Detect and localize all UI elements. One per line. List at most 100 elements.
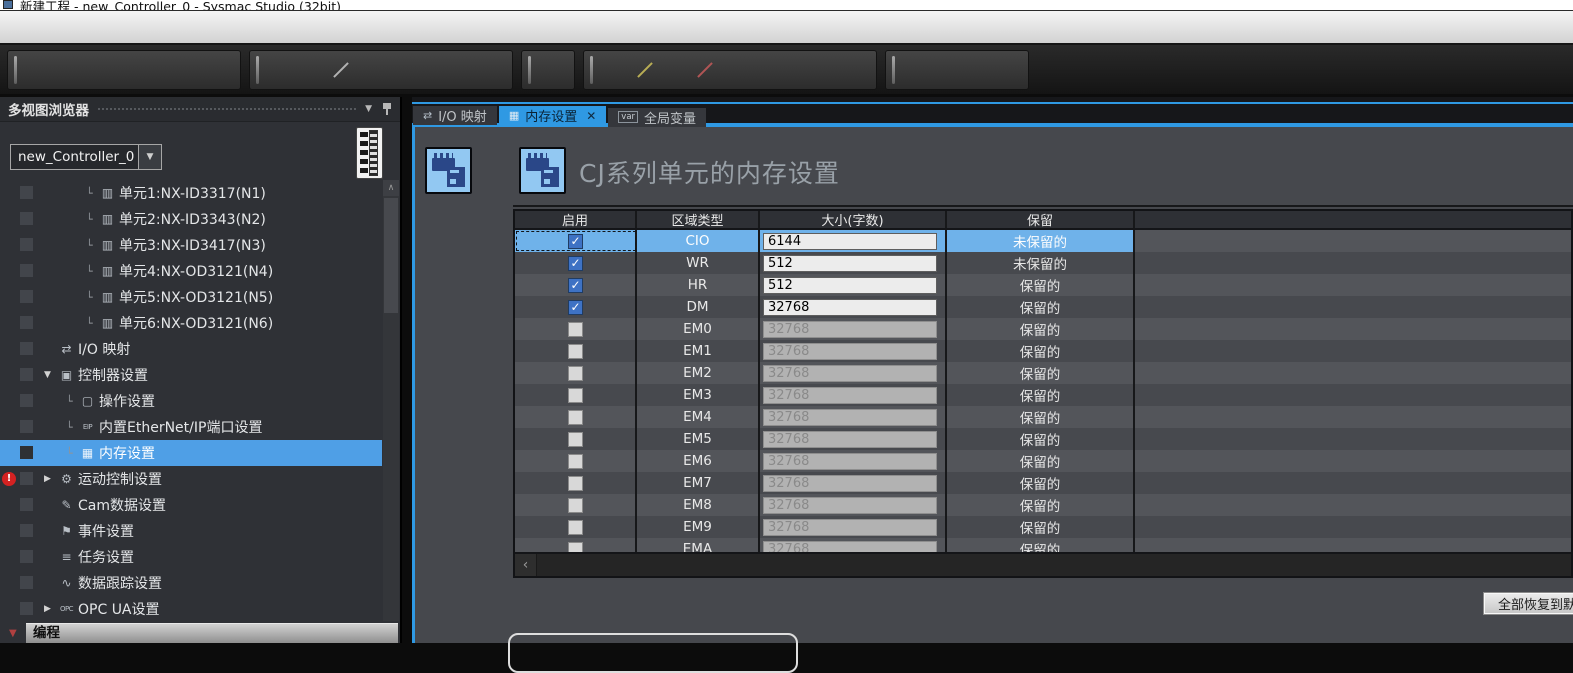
toolbar-icon[interactable]	[386, 53, 416, 87]
tree-item[interactable]: └ EIP 内置EtherNet/IP端口设置	[0, 414, 382, 440]
scrollbar-thumb[interactable]	[384, 198, 398, 313]
scroll-left-icon[interactable]: ‹	[515, 554, 537, 576]
toolbar-icon[interactable]	[84, 53, 114, 87]
table-row[interactable]: EM0 32768 保留的	[515, 318, 1571, 340]
toolbar-icon[interactable]	[204, 53, 234, 87]
size-input[interactable]: 32768	[763, 365, 937, 382]
toolbar-icon[interactable]	[416, 53, 446, 87]
toolbar-icon[interactable]	[810, 53, 840, 87]
pin-icon[interactable]	[382, 102, 392, 116]
tree-item[interactable]: ! ▶ ⚙ 运动控制设置	[0, 466, 382, 492]
table-row[interactable]: EMA 32768 保留的	[515, 538, 1571, 552]
menu-item[interactable]	[84, 11, 110, 43]
table-row[interactable]: HR 512 保留的	[515, 274, 1571, 296]
menu-item[interactable]	[162, 11, 188, 43]
table-row[interactable]: EM8 32768 保留的	[515, 494, 1571, 516]
table-row[interactable]: EM9 32768 保留的	[515, 516, 1571, 538]
editor-tab[interactable]: ⇄ I/O 映射	[413, 106, 497, 125]
toolbar-icon[interactable]	[750, 53, 780, 87]
enable-checkbox[interactable]	[568, 300, 583, 315]
menu-item[interactable]	[32, 11, 58, 43]
close-icon[interactable]: ✕	[586, 109, 596, 123]
tree-item[interactable]: ✎ Cam数据设置	[0, 492, 382, 518]
tree-item[interactable]: ≡ 任务设置	[0, 544, 382, 570]
size-input[interactable]: 32768	[763, 431, 937, 448]
enable-checkbox[interactable]	[568, 432, 583, 447]
size-input[interactable]: 32768	[763, 497, 937, 514]
tree-item[interactable]: ⇄ I/O 映射	[0, 336, 382, 362]
size-input[interactable]: 32768	[763, 519, 937, 536]
toolbar-icon[interactable]	[476, 53, 506, 87]
editor-tab[interactable]: var 全局变量	[608, 108, 706, 127]
menu-item[interactable]	[188, 11, 214, 43]
enable-checkbox[interactable]	[568, 322, 583, 337]
toolbar-icon[interactable]	[446, 53, 476, 87]
toolbar-icon[interactable]	[720, 53, 750, 87]
enable-checkbox[interactable]	[568, 234, 583, 249]
enable-checkbox[interactable]	[568, 366, 583, 381]
toolbar-icon[interactable]	[24, 53, 54, 87]
table-row[interactable]: EM6 32768 保留的	[515, 450, 1571, 472]
table-row[interactable]: EM1 32768 保留的	[515, 340, 1571, 362]
tree-item[interactable]: ▼ ▣ 控制器设置	[0, 362, 382, 388]
menu-item[interactable]	[240, 11, 266, 43]
enable-checkbox[interactable]	[568, 256, 583, 271]
toolbar-icon[interactable]	[902, 53, 932, 87]
tree-item[interactable]: └ ▥ 单元2:NX-ID3343(N2)	[0, 206, 382, 232]
tree-item[interactable]: ⚑ 事件设置	[0, 518, 382, 544]
enable-checkbox[interactable]	[568, 542, 583, 553]
size-input[interactable]: 32768	[763, 475, 937, 492]
size-input[interactable]: 32768	[763, 343, 937, 360]
toolbar-icon[interactable]	[660, 53, 690, 87]
toolbar-icon[interactable]	[780, 53, 810, 87]
size-input[interactable]: 32768	[763, 541, 937, 553]
tree-item[interactable]: └ ▢ 操作设置	[0, 388, 382, 414]
toolbar-icon[interactable]	[266, 53, 296, 87]
menu-item[interactable]	[136, 11, 162, 43]
table-row[interactable]: EM5 32768 保留的	[515, 428, 1571, 450]
tree-item[interactable]: └ ▦ 内存设置	[0, 440, 382, 466]
table-row[interactable]: EM4 32768 保留的	[515, 406, 1571, 428]
toolbar-icon[interactable]	[840, 53, 870, 87]
toolbar-icon[interactable]	[992, 53, 1022, 87]
toolbar-icon[interactable]	[54, 53, 84, 87]
toolbar-icon[interactable]	[296, 53, 326, 87]
enable-checkbox[interactable]	[568, 520, 583, 535]
expand-arrow-icon[interactable]: ▶	[44, 604, 58, 614]
size-input[interactable]: 32768	[763, 299, 937, 316]
toolbar-icon[interactable]	[144, 53, 174, 87]
menu-item[interactable]	[110, 11, 136, 43]
toolbar-icon[interactable]	[630, 53, 660, 87]
size-input[interactable]: 32768	[763, 387, 937, 404]
tree-item[interactable]: └ ▥ 单元5:NX-OD3121(N5)	[0, 284, 382, 310]
expand-arrow-icon[interactable]: ▶	[44, 474, 58, 484]
toolbar-icon[interactable]	[690, 53, 720, 87]
table-row[interactable]: WR 512 未保留的	[515, 252, 1571, 274]
toolbar-icon[interactable]	[538, 53, 568, 87]
restore-defaults-button[interactable]: 全部恢复到默	[1483, 592, 1573, 615]
toolbar-icon[interactable]	[326, 53, 356, 87]
menu-item[interactable]	[58, 11, 84, 43]
enable-checkbox[interactable]	[568, 498, 583, 513]
tree-item[interactable]: └ ▥ 单元6:NX-OD3121(N6)	[0, 310, 382, 336]
size-input[interactable]: 32768	[763, 409, 937, 426]
enable-checkbox[interactable]	[568, 278, 583, 293]
tree-scrollbar[interactable]: ∧	[383, 180, 399, 621]
table-row[interactable]: DM 32768 保留的	[515, 296, 1571, 318]
size-input[interactable]: 6144	[763, 233, 937, 250]
tree-item[interactable]: ∿ 数据跟踪设置	[0, 570, 382, 596]
collapse-panel-icon[interactable]: ▼	[365, 104, 372, 114]
enable-checkbox[interactable]	[568, 388, 583, 403]
size-input[interactable]: 32768	[763, 321, 937, 338]
enable-checkbox[interactable]	[568, 454, 583, 469]
enable-checkbox[interactable]	[568, 410, 583, 425]
toolbar-icon[interactable]	[114, 53, 144, 87]
size-input[interactable]: 512	[763, 277, 937, 294]
toolbar-icon[interactable]	[600, 53, 630, 87]
toolbar-icon[interactable]	[962, 53, 992, 87]
section-expand-icon[interactable]: ▼	[0, 623, 26, 643]
tree-item[interactable]: ▶ OPC OPC UA设置	[0, 596, 382, 621]
toolbar-icon[interactable]	[932, 53, 962, 87]
horizontal-scrollbar[interactable]: ‹	[515, 552, 1571, 576]
tree-item[interactable]: └ ▥ 单元3:NX-ID3417(N3)	[0, 232, 382, 258]
